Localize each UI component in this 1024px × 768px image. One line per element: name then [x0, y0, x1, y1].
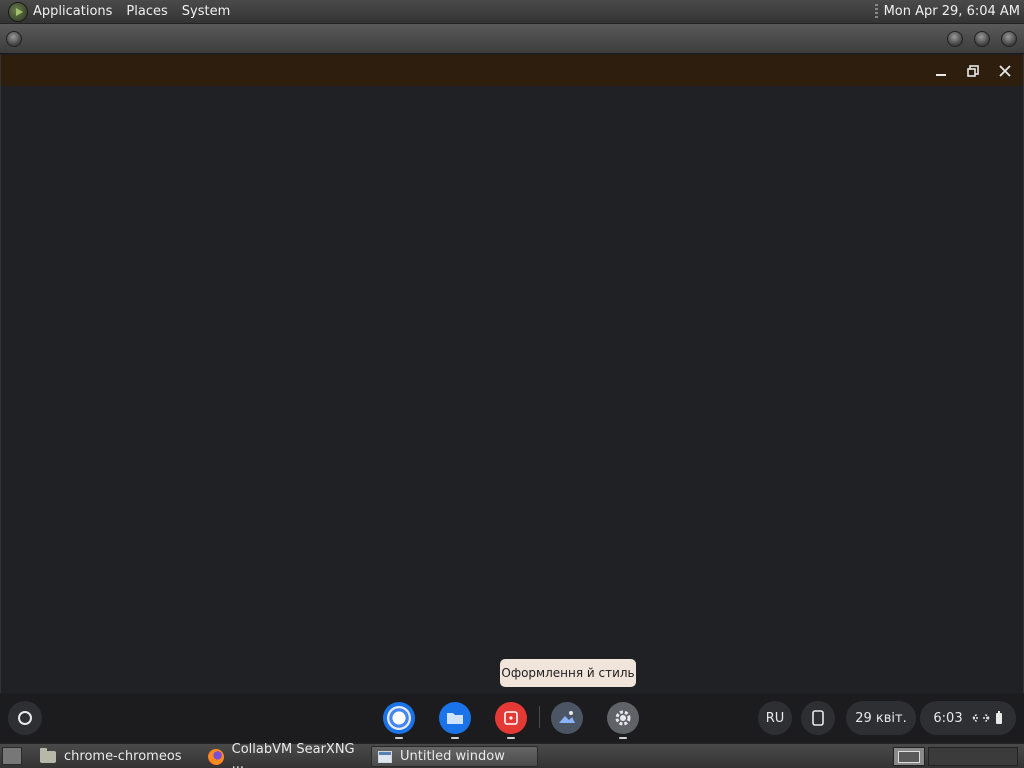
outer-close-button[interactable] — [1001, 31, 1017, 47]
outer-maximize-button[interactable] — [974, 31, 990, 47]
window-icon — [378, 750, 392, 763]
app-window — [0, 55, 1024, 693]
task-label: chrome-chromeos — [64, 749, 182, 764]
phone-icon — [812, 710, 824, 726]
menu-system[interactable]: System — [182, 4, 230, 19]
top-panel: Applications Places System Mon Apr 29, 6… — [0, 0, 1024, 24]
shelf-separator — [539, 706, 540, 728]
panel-handle[interactable] — [874, 3, 878, 20]
tray-time: 6:03 — [933, 710, 963, 726]
chrome-icon[interactable] — [383, 702, 415, 734]
app-titlebar[interactable] — [1, 55, 1023, 86]
restore-icon[interactable] — [961, 59, 985, 83]
task-label: CollabVM SearXNG ... — [231, 741, 355, 768]
wallpaper-style-icon[interactable] — [551, 702, 583, 734]
ime-indicator[interactable]: RU — [758, 701, 792, 735]
menu-applications[interactable]: Applications — [33, 4, 112, 19]
calendar-date-button[interactable]: 29 квіт. — [846, 701, 916, 735]
outer-minimize-button[interactable] — [947, 31, 963, 47]
panel-clock[interactable]: Mon Apr 29, 6:04 AM — [884, 4, 1020, 19]
distro-logo-icon[interactable] — [8, 1, 28, 22]
launcher-button[interactable] — [8, 701, 42, 735]
files-icon[interactable] — [439, 702, 471, 734]
menu-places[interactable]: Places — [126, 4, 167, 19]
launcher-icon — [18, 711, 32, 725]
bottom-taskbar: chrome-chromeos CollabVM SearXNG ... Unt… — [0, 742, 1024, 768]
window-menu-button[interactable] — [6, 31, 22, 47]
folder-icon — [40, 747, 56, 763]
shelf-tooltip: Оформлення й стиль — [500, 659, 636, 687]
task-collabvm-searxng[interactable]: CollabVM SearXNG ... — [202, 742, 368, 768]
app-red-icon[interactable] — [495, 702, 527, 734]
battery-icon — [995, 711, 1002, 724]
workspace-1[interactable] — [898, 750, 920, 763]
chromeos-shelf: RU 29 квіт. 6:03 — [0, 694, 1024, 742]
outer-window-frame — [0, 24, 1024, 54]
task-chrome-chromeos[interactable]: chrome-chromeos — [34, 746, 200, 767]
running-indicator — [395, 737, 403, 739]
running-indicator — [507, 737, 515, 739]
minimize-icon[interactable] — [929, 59, 953, 83]
task-untitled-window[interactable]: Untitled window — [371, 746, 538, 767]
firefox-icon — [208, 748, 224, 765]
running-indicator — [451, 737, 459, 739]
show-desktop-button[interactable] — [2, 747, 22, 765]
running-indicator — [619, 737, 627, 739]
workspace-area[interactable] — [928, 747, 1018, 766]
close-icon[interactable] — [993, 59, 1017, 83]
task-label: Untitled window — [400, 749, 505, 764]
workspace-switcher[interactable] — [893, 747, 925, 766]
settings-icon[interactable] — [607, 702, 639, 734]
network-icon — [972, 713, 990, 723]
system-tray-button[interactable]: 6:03 — [920, 701, 1016, 735]
phone-hub-button[interactable] — [801, 701, 835, 735]
